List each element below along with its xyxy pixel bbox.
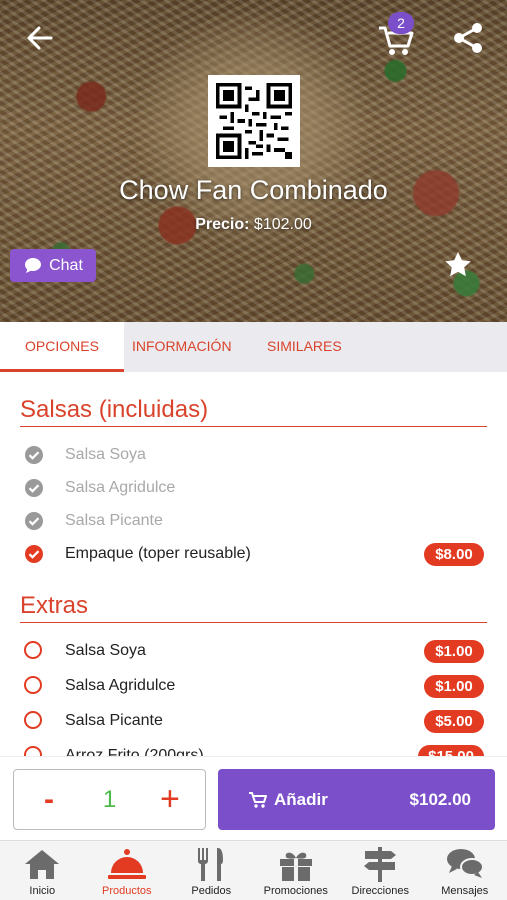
radio-unchecked-icon[interactable] <box>24 641 44 661</box>
share-icon[interactable] <box>450 20 486 56</box>
add-total-price: $102.00 <box>409 789 471 809</box>
service-bell-icon <box>107 849 146 879</box>
signpost-icon <box>364 847 397 882</box>
nav-label: Pedidos <box>191 885 232 897</box>
add-to-cart-button[interactable]: Añadir $102.00 <box>218 769 495 830</box>
home-icon <box>25 850 60 879</box>
price-badge: $5.00 <box>424 709 484 733</box>
gift-icon <box>279 852 312 881</box>
nav-item-direcciones[interactable]: Direcciones <box>338 841 423 900</box>
nav-label: Productos <box>101 885 152 897</box>
back-arrow-icon[interactable] <box>24 22 56 54</box>
check-circle-icon <box>25 446 43 464</box>
add-to-cart-bar: - 1 + Añadir $102.00 <box>0 756 507 840</box>
option-extra-salsa-agridulce[interactable]: Salsa Agridulce $1.00 <box>24 673 484 699</box>
chat-bubbles-icon <box>446 849 484 878</box>
radio-unchecked-icon[interactable] <box>24 711 44 731</box>
add-label: Añadir <box>274 789 328 809</box>
option-label: Salsa Agridulce <box>65 479 176 496</box>
check-circle-icon <box>25 512 43 530</box>
nav-item-pedidos[interactable]: Pedidos <box>169 841 254 900</box>
cart-count-badge: 2 <box>388 12 414 34</box>
chat-bubble-icon <box>25 257 42 273</box>
cart-button[interactable]: 2 <box>376 12 416 60</box>
nav-item-inicio[interactable]: Inicio <box>0 841 85 900</box>
option-salsa-soya-included: Salsa Soya <box>24 442 484 468</box>
option-salsa-agridulce-included: Salsa Agridulce <box>24 475 484 501</box>
price-label: Precio: <box>195 216 250 233</box>
bottom-navigation: Inicio Productos Pedidos Promociones Dir… <box>0 840 507 900</box>
nav-label: Mensajes <box>441 885 489 897</box>
option-empaque[interactable]: Empaque (toper reusable) $8.00 <box>24 541 484 567</box>
cart-icon <box>249 791 267 808</box>
quantity-stepper: - 1 + <box>13 769 206 830</box>
option-label: Salsa Soya <box>65 446 146 463</box>
utensils-icon <box>198 848 224 881</box>
price-badge: $1.00 <box>424 674 484 698</box>
section-title-salsas: Salsas (incluidas) <box>20 396 487 427</box>
option-label: Salsa Picante <box>65 512 163 529</box>
tab-informacion[interactable]: INFORMACIÓN <box>132 322 232 372</box>
nav-label: Inicio <box>29 885 56 897</box>
option-label: Salsa Picante <box>65 712 163 729</box>
tab-similares[interactable]: SIMILARES <box>267 322 342 372</box>
nav-item-promociones[interactable]: Promociones <box>254 841 339 900</box>
option-extra-salsa-picante[interactable]: Salsa Picante $5.00 <box>24 708 484 734</box>
increase-quantity-button[interactable]: + <box>155 780 185 819</box>
chat-button[interactable]: Chat <box>10 249 96 282</box>
nav-item-mensajes[interactable]: Mensajes <box>423 841 507 900</box>
check-circle-icon <box>25 479 43 497</box>
chat-label: Chat <box>49 256 83 274</box>
nav-item-productos[interactable]: Productos <box>85 841 170 900</box>
tab-opciones[interactable]: OPCIONES <box>0 322 124 372</box>
product-title: Chow Fan Combinado <box>119 175 388 205</box>
radio-unchecked-icon[interactable] <box>24 676 44 696</box>
qr-code <box>208 75 300 167</box>
price-badge: $1.00 <box>424 639 484 663</box>
option-extra-salsa-soya[interactable]: Salsa Soya $1.00 <box>24 638 484 664</box>
tab-bar: OPCIONES INFORMACIÓN SIMILARES <box>0 322 507 372</box>
decrease-quantity-button[interactable]: - <box>34 783 64 817</box>
product-price: Precio: $102.00 <box>0 216 507 234</box>
quantity-value: 1 <box>102 785 117 813</box>
option-salsa-picante-included: Salsa Picante <box>24 508 484 534</box>
price-value: $102.00 <box>253 216 312 233</box>
option-label: Empaque (toper reusable) <box>65 545 251 562</box>
qr-code-image <box>216 83 292 159</box>
nav-label: Direcciones <box>351 885 409 897</box>
check-circle-icon <box>25 545 43 563</box>
product-hero: 2 Chow Fan Combinado Precio: $102.00 Cha… <box>0 0 507 322</box>
option-label: Salsa Soya <box>65 642 146 659</box>
price-badge: $8.00 <box>424 542 484 566</box>
nav-label: Promociones <box>263 885 328 897</box>
option-label: Salsa Agridulce <box>65 677 176 694</box>
section-title-extras: Extras <box>20 592 487 623</box>
favorite-star-icon[interactable] <box>442 249 474 281</box>
